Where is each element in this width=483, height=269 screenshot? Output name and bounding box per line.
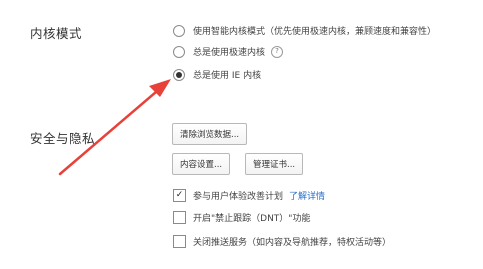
clear-browsing-data-button[interactable]: 清除浏览数据... (172, 123, 248, 145)
checkbox-push-label: 关闭推送服务（如内容及导航推荐，特权活动等） (193, 238, 392, 248)
kernel-option-speed[interactable]: 总是使用极速内核 ? (173, 45, 284, 58)
kernel-mode-title: 内核模式 (30, 26, 83, 41)
help-icon[interactable]: ? (271, 45, 284, 58)
checkbox-push-service[interactable] (173, 235, 186, 248)
kernel-option-smart[interactable]: 使用智能内核模式（优先使用极速内核，兼顾速度和兼容性） (173, 24, 436, 37)
kernel-option-ie[interactable]: 总是使用 IE 内核 (173, 68, 261, 81)
checkbox-row-ux-plan[interactable]: ✓ 参与用户体验改善计划 了解详情 (173, 189, 325, 202)
learn-more-link[interactable]: 了解详情 (289, 189, 325, 202)
checkbox-row-dnt[interactable]: 开启"禁止跟踪（DNT）"功能 (173, 211, 310, 224)
checkbox-dnt-label: 开启"禁止跟踪（DNT）"功能 (193, 214, 311, 224)
kernel-option-speed-label: 总是使用极速内核 (193, 48, 266, 58)
kernel-option-smart-label: 使用智能内核模式（优先使用极速内核，兼顾速度和兼容性） (193, 27, 437, 37)
checkbox-ux-plan-label: 参与用户体验改善计划 (193, 192, 284, 202)
manage-certificates-button[interactable]: 管理证书... (245, 153, 304, 175)
checkbox-ux-plan[interactable]: ✓ (173, 189, 186, 202)
content-settings-button[interactable]: 内容设置... (172, 153, 231, 175)
radio-smart-kernel[interactable] (173, 24, 185, 37)
annotation-arrow-head (149, 79, 171, 97)
radio-speed-kernel[interactable] (173, 45, 185, 58)
kernel-option-ie-label: 总是使用 IE 内核 (193, 71, 262, 81)
checkbox-row-push[interactable]: 关闭推送服务（如内容及导航推荐，特权活动等） (173, 235, 391, 248)
radio-ie-kernel[interactable] (173, 68, 185, 81)
security-privacy-title: 安全与隐私 (30, 131, 96, 146)
checkbox-dnt[interactable] (173, 211, 186, 224)
